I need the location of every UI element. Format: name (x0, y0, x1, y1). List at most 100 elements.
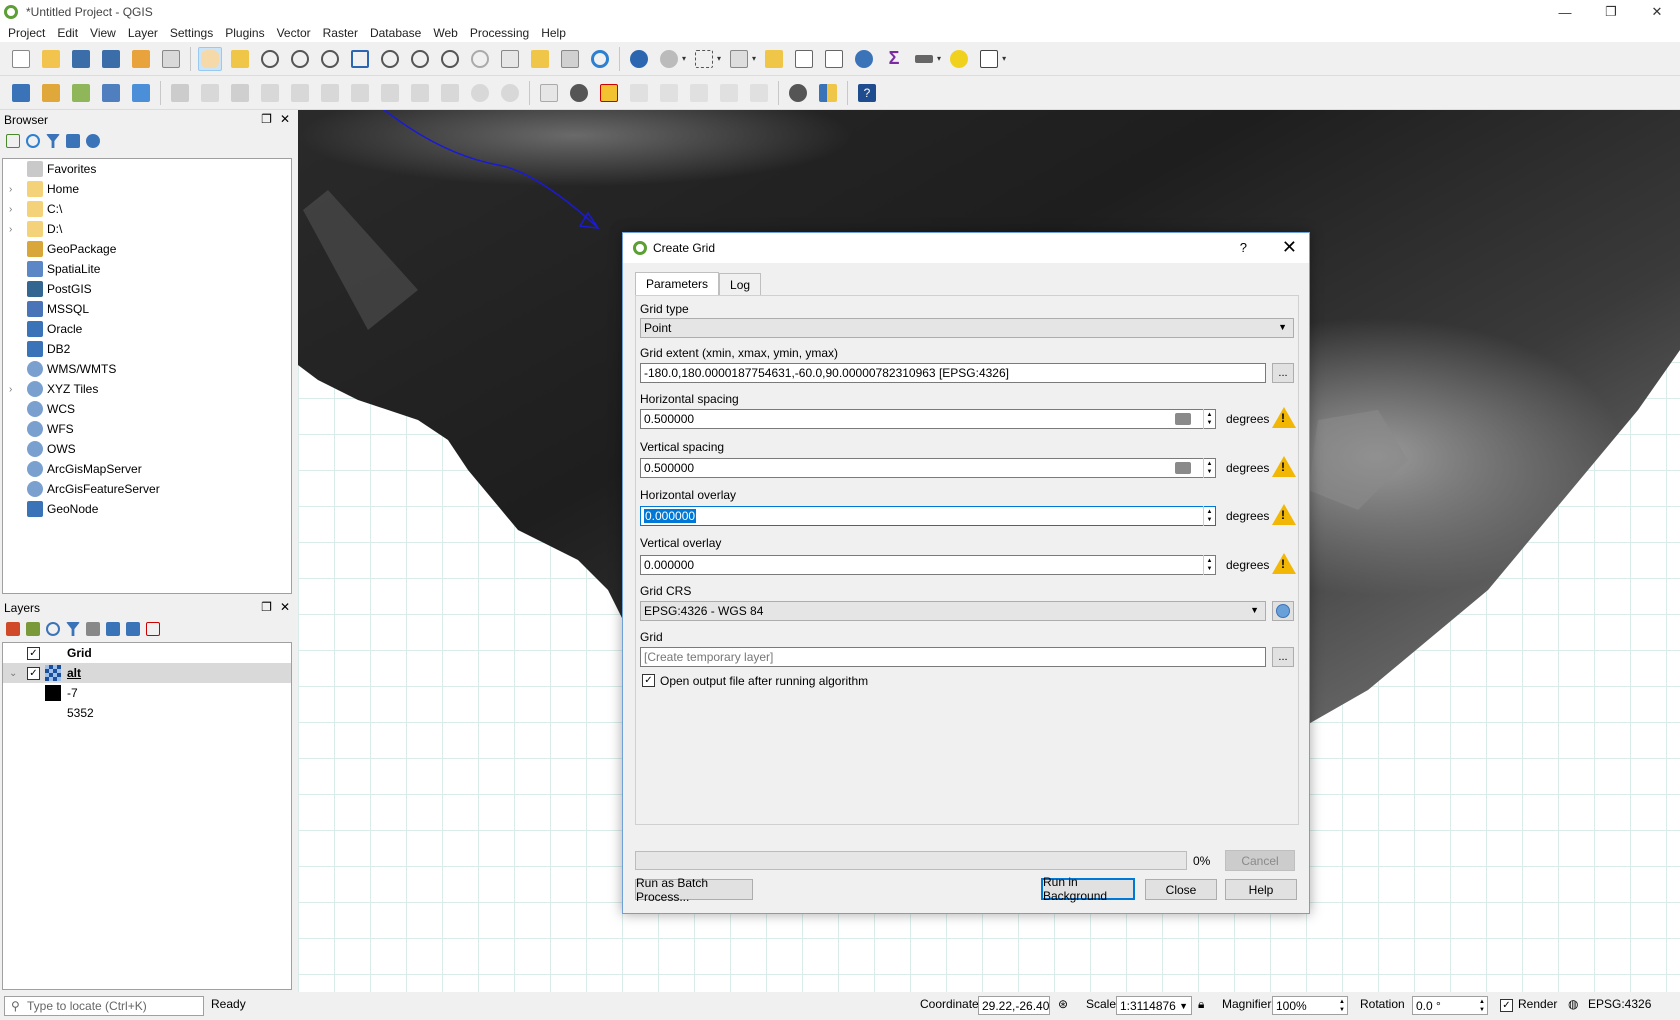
deselect-all-icon[interactable] (762, 47, 786, 71)
field-calculator-icon[interactable] (822, 47, 846, 71)
locator-search-input[interactable]: ⚲ Type to locate (Ctrl+K) (4, 996, 204, 1016)
browser-item[interactable]: WCS (3, 399, 291, 419)
remove-layer-icon[interactable] (146, 622, 160, 636)
voverlay-input[interactable]: 0.000000 ▲ ▼ (640, 555, 1216, 575)
new-virtual-layer-icon[interactable] (129, 81, 153, 105)
modify-attributes-icon[interactable] (318, 81, 342, 105)
open-output-checkbox[interactable]: ✓ (642, 674, 655, 687)
zoom-in-icon[interactable] (258, 47, 282, 71)
run-in-background-button[interactable]: Run in Background (1041, 875, 1135, 903)
filter-expression-icon[interactable] (86, 622, 100, 636)
float-panel-icon[interactable]: ❐ (261, 600, 272, 614)
change-label-icon[interactable] (747, 81, 771, 105)
collapse-all-icon[interactable] (66, 134, 80, 148)
save-project-icon[interactable] (69, 47, 93, 71)
menu-plugins[interactable]: Plugins (225, 26, 264, 40)
text-annotation-icon[interactable] (977, 47, 1001, 71)
batch-process-button[interactable]: Run as Batch Process... (635, 876, 753, 904)
browser-item[interactable]: DB2 (3, 339, 291, 359)
render-checkbox[interactable]: ✓ (1500, 999, 1513, 1012)
extent-input[interactable]: -180.0,180.0000187754631,-60.0,90.000007… (640, 363, 1266, 383)
menu-vector[interactable]: Vector (277, 26, 311, 40)
magnifier-input[interactable]: 100% ▲ ▼ (1272, 996, 1348, 1015)
hoverlay-input[interactable]: 0.000000 ▲ ▼ (640, 506, 1216, 526)
menu-help[interactable]: Help (541, 26, 566, 40)
delete-selected-icon[interactable] (348, 81, 372, 105)
add-group-icon[interactable] (26, 622, 40, 636)
browser-item[interactable]: MSSQL (3, 299, 291, 319)
vspacing-input[interactable]: 0.500000 ▲ ▼ (640, 458, 1216, 478)
expand-arrow-icon[interactable]: › (9, 204, 12, 215)
identify-features-icon[interactable] (627, 47, 651, 71)
browser-item[interactable]: WMS/WMTS (3, 359, 291, 379)
dialog-close-button[interactable]: ✕ (1282, 237, 1297, 258)
copy-features-icon[interactable] (408, 81, 432, 105)
output-browse-button[interactable]: ... (1272, 647, 1294, 667)
toggle-editing-icon[interactable] (198, 81, 222, 105)
float-panel-icon[interactable]: ❐ (261, 112, 272, 126)
expand-arrow-icon[interactable]: › (9, 184, 12, 195)
browser-item[interactable]: Favorites (3, 159, 291, 179)
save-edits-icon[interactable] (228, 81, 252, 105)
deselect-features-icon[interactable] (727, 47, 751, 71)
browser-item[interactable]: › XYZ Tiles (3, 379, 291, 399)
close-button[interactable]: Close (1145, 879, 1217, 900)
menu-database[interactable]: Database (370, 26, 421, 40)
collapse-all-icon[interactable] (126, 622, 140, 636)
run-feature-action-icon[interactable] (657, 47, 681, 71)
layer-row-alt[interactable]: ⌄ ✓ alt (3, 663, 291, 683)
rotate-label-icon[interactable] (717, 81, 741, 105)
zoom-last-icon[interactable] (438, 47, 462, 71)
filter-icon[interactable] (46, 134, 60, 148)
zoom-next-icon[interactable] (468, 47, 492, 71)
menu-web[interactable]: Web (433, 26, 457, 40)
toggle-extents-icon[interactable]: ⊛ (1058, 997, 1068, 1011)
new-project-icon[interactable] (9, 47, 33, 71)
manage-map-themes-icon[interactable] (46, 622, 60, 636)
data-source-manager-icon[interactable] (9, 81, 33, 105)
layer-visibility-checkbox[interactable]: ✓ (27, 646, 40, 660)
highlight-pinned-labels-icon[interactable] (597, 81, 621, 105)
redo-icon[interactable] (498, 81, 522, 105)
crs-globe-icon[interactable]: ◍ (1568, 997, 1578, 1011)
temporal-controller-icon[interactable] (528, 47, 552, 71)
vertex-tool-icon[interactable] (288, 81, 312, 105)
project-crs[interactable]: EPSG:4326 (1588, 997, 1651, 1011)
menu-settings[interactable]: Settings (170, 26, 213, 40)
label-toolbar-icon[interactable] (537, 81, 561, 105)
browser-item[interactable]: › C:\ (3, 199, 291, 219)
spin-buttons[interactable]: ▲ ▼ (1203, 409, 1215, 429)
refresh-icon[interactable] (26, 134, 40, 148)
select-features-icon[interactable] (692, 47, 716, 71)
close-window-button[interactable]: ✕ (1634, 0, 1680, 24)
tab-log[interactable]: Log (719, 273, 762, 295)
layer-diagram-icon[interactable] (567, 81, 591, 105)
new-geopackage-layer-icon[interactable] (39, 81, 63, 105)
menu-edit[interactable]: Edit (57, 26, 78, 40)
spin-buttons[interactable]: ▲ ▼ (1203, 506, 1215, 526)
whats-this-icon[interactable]: ? (855, 81, 879, 105)
show-hide-labels-icon[interactable] (657, 81, 681, 105)
scale-combo[interactable]: 1:3114876 ▼ (1116, 996, 1192, 1015)
refresh-icon[interactable] (588, 47, 612, 71)
browser-item[interactable]: ArcGisMapServer (3, 459, 291, 479)
zoom-to-layer-icon[interactable] (408, 47, 432, 71)
context-help-button[interactable]: ? (1240, 240, 1247, 255)
zoom-to-selection-icon[interactable] (378, 47, 402, 71)
clear-icon[interactable] (1175, 462, 1191, 474)
pan-to-selection-icon[interactable] (228, 47, 252, 71)
browser-item[interactable]: PostGIS (3, 279, 291, 299)
browser-item[interactable]: › D:\ (3, 219, 291, 239)
output-input[interactable]: [Create temporary layer] (640, 647, 1266, 667)
layout-manager-icon[interactable] (159, 47, 183, 71)
close-panel-icon[interactable]: ✕ (280, 112, 290, 126)
spin-buttons[interactable]: ▲ ▼ (1203, 555, 1215, 575)
bookmarks-icon[interactable] (558, 47, 582, 71)
browser-item[interactable]: GeoPackage (3, 239, 291, 259)
collapse-arrow-icon[interactable]: ⌄ (9, 668, 17, 679)
expand-arrow-icon[interactable]: › (9, 224, 12, 235)
python-console-icon[interactable] (816, 81, 840, 105)
browser-item[interactable]: OWS (3, 439, 291, 459)
browser-item[interactable]: WFS (3, 419, 291, 439)
crs-selector-icon[interactable] (1272, 601, 1294, 621)
